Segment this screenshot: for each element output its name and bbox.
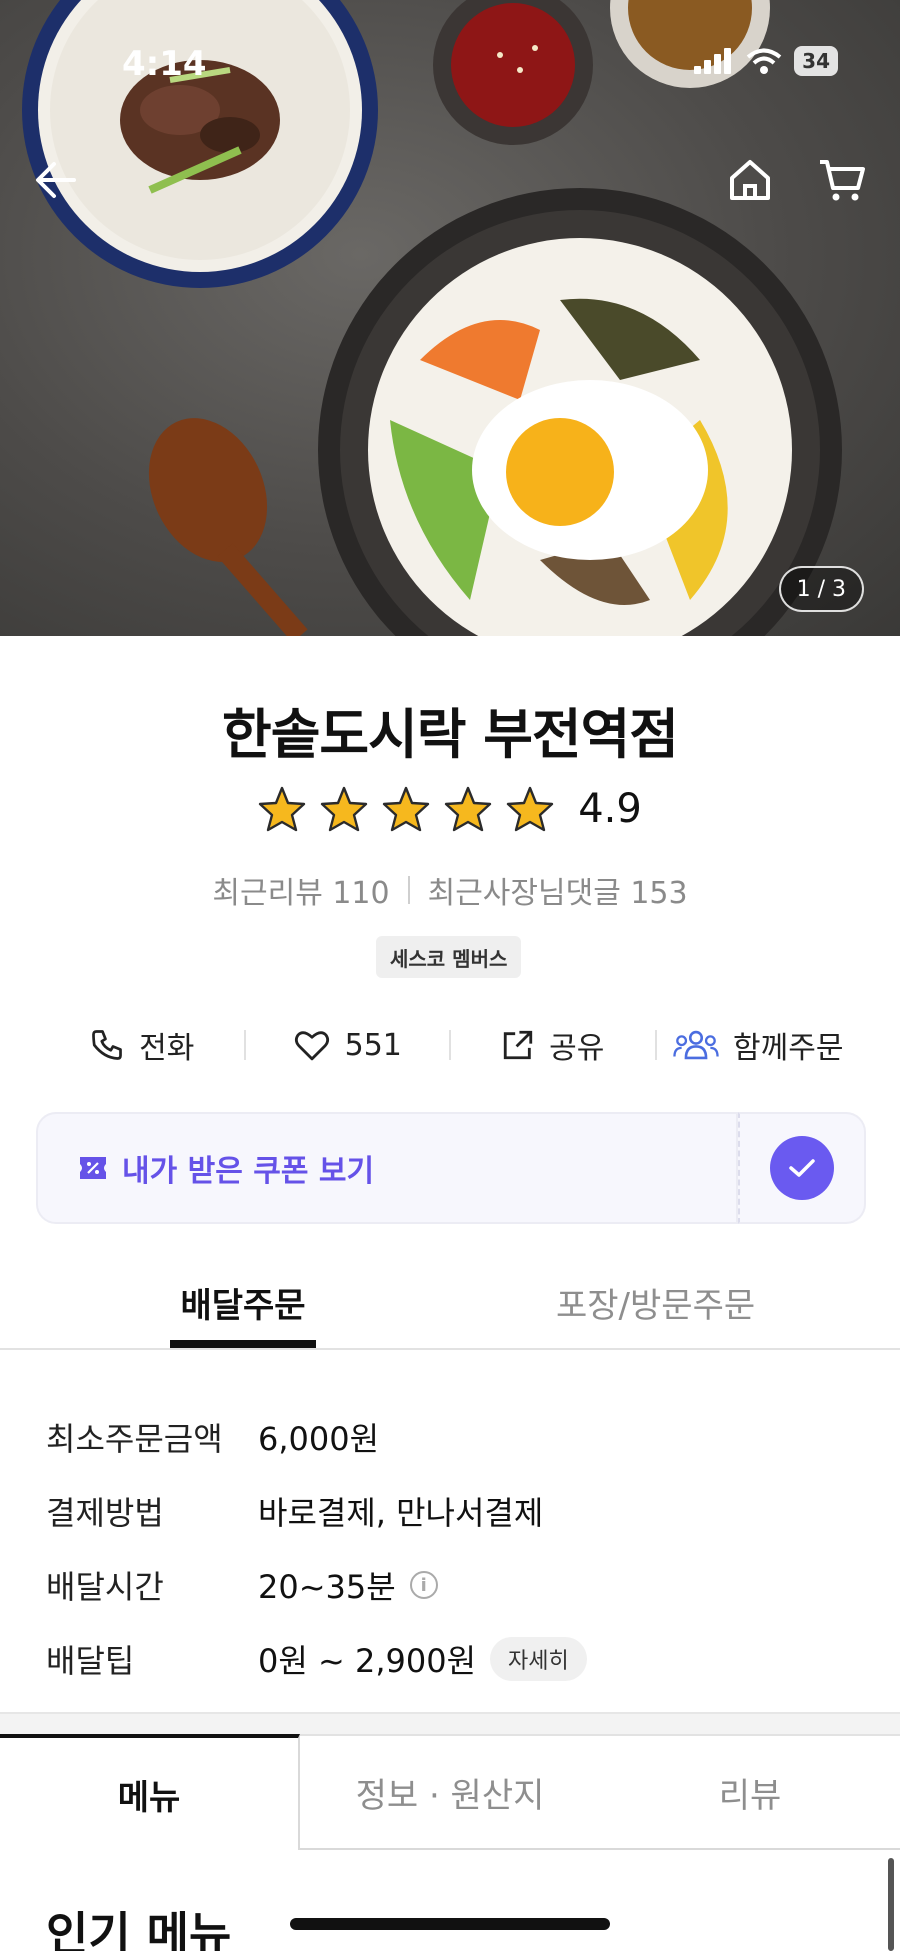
view-coupons-button[interactable]: 내가 받은 쿠폰 보기 bbox=[36, 1112, 738, 1224]
payment-value: 바로결제, 만나서결제 bbox=[258, 1494, 544, 1532]
review-counts: 최근리뷰 110 최근사장님댓글 153 bbox=[0, 868, 900, 912]
tab-info-origin[interactable]: 정보 · 원산지 bbox=[300, 1734, 600, 1850]
group-order-label: 함께주문 bbox=[733, 1031, 844, 1066]
info-row-delivery-tip: 배달팁 0원 ~ 2,900원 자세히 bbox=[46, 1622, 866, 1696]
star-icon bbox=[444, 786, 492, 832]
status-icons: 34 bbox=[694, 46, 838, 76]
wifi-icon bbox=[746, 48, 782, 74]
info-value: 6,000원 bbox=[258, 1414, 379, 1460]
info-label: 배달시간 bbox=[46, 1568, 164, 1606]
info-row-min-order: 최소주문금액 6,000원 bbox=[46, 1400, 866, 1474]
popular-menu-title: 인기 메뉴 bbox=[46, 1907, 232, 1951]
cart-button[interactable] bbox=[812, 150, 872, 210]
home-icon bbox=[730, 160, 770, 200]
like-count: 551 bbox=[344, 1027, 402, 1063]
recent-reviews-link[interactable]: 최근리뷰 110 bbox=[212, 868, 389, 912]
rating-stars bbox=[258, 786, 554, 832]
tab-delivery-order[interactable]: 배달주문 bbox=[170, 1278, 316, 1327]
back-button[interactable] bbox=[26, 150, 86, 210]
info-value: 20~35분 i bbox=[258, 1562, 438, 1608]
active-tab-underline bbox=[170, 1340, 316, 1348]
share-icon bbox=[503, 1030, 533, 1060]
group-order-button[interactable]: 함께주문 bbox=[657, 1023, 861, 1067]
store-name: 한솥도시락 부전역점 bbox=[222, 703, 679, 766]
call-label: 전화 bbox=[139, 1031, 195, 1066]
star-icon bbox=[382, 786, 430, 832]
call-button[interactable]: 전화 bbox=[40, 1023, 244, 1067]
info-label: 최소주문금액 bbox=[46, 1420, 223, 1458]
delivery-time-value: 20~35분 bbox=[258, 1568, 396, 1606]
delivery-info: 최소주문금액 6,000원 결제방법 바로결제, 만나서결제 배달시간 20~3… bbox=[46, 1400, 866, 1696]
image-page-indicator: 1 / 3 bbox=[778, 566, 864, 612]
share-button[interactable]: 공유 bbox=[451, 1023, 655, 1067]
info-value: 바로결제, 만나서결제 bbox=[258, 1488, 543, 1534]
tab-pickup-order[interactable]: 포장/방문주문 bbox=[556, 1278, 755, 1327]
info-label: 결제방법 bbox=[46, 1494, 164, 1532]
status-time: 4:14 bbox=[122, 44, 207, 84]
food-photo bbox=[22, 0, 842, 636]
action-bar: 전화 551 공유 함께주문 bbox=[40, 1010, 860, 1080]
check-icon bbox=[789, 1159, 815, 1177]
cart-icon bbox=[820, 160, 865, 201]
heart-icon bbox=[294, 1031, 329, 1061]
content-tabs: 메뉴 정보 · 원산지 리뷰 bbox=[0, 1734, 900, 1850]
home-indicator[interactable] bbox=[290, 1918, 610, 1930]
owner-replies-link[interactable]: 최근사장님댓글 153 bbox=[428, 868, 688, 912]
coupon-check-button[interactable] bbox=[770, 1136, 834, 1200]
tip-detail-button[interactable]: 자세히 bbox=[490, 1637, 587, 1681]
star-icon bbox=[506, 786, 554, 832]
scrollbar[interactable] bbox=[888, 1858, 894, 1951]
coupon-label: 내가 받은 쿠폰 보기 bbox=[122, 1154, 375, 1189]
star-icon bbox=[320, 786, 368, 832]
order-type-tabs: 배달주문 포장/방문주문 bbox=[0, 1270, 900, 1350]
star-icon bbox=[258, 786, 306, 832]
min-order-value: 6,000원 bbox=[258, 1420, 380, 1458]
coupon-banner: 내가 받은 쿠폰 보기 bbox=[36, 1112, 866, 1224]
like-button[interactable]: 551 bbox=[246, 1028, 450, 1063]
home-button[interactable] bbox=[720, 150, 780, 210]
tab-review[interactable]: 리뷰 bbox=[600, 1734, 900, 1850]
tab-menu[interactable]: 메뉴 bbox=[0, 1734, 300, 1850]
section-divider bbox=[0, 1712, 900, 1734]
share-label: 공유 bbox=[549, 1031, 605, 1066]
phone-icon bbox=[92, 1030, 122, 1060]
coupon-icon bbox=[80, 1157, 106, 1179]
hero-image[interactable]: 4:14 34 1 / 3 bbox=[0, 0, 900, 636]
delivery-tip-value: 0원 ~ 2,900원 bbox=[258, 1642, 477, 1680]
info-row-delivery-time: 배달시간 20~35분 i bbox=[46, 1548, 866, 1622]
signal-icon bbox=[694, 48, 732, 74]
info-value: 0원 ~ 2,900원 자세히 bbox=[258, 1636, 587, 1682]
rating-value: 4.9 bbox=[578, 786, 642, 832]
info-row-payment: 결제방법 바로결제, 만나서결제 bbox=[46, 1474, 866, 1548]
coupon-side bbox=[738, 1112, 866, 1224]
info-icon[interactable]: i bbox=[409, 1571, 438, 1599]
rating-row: 4.9 bbox=[0, 786, 900, 832]
battery-indicator: 34 bbox=[794, 46, 838, 76]
info-label: 배달팁 bbox=[46, 1642, 135, 1680]
cesco-badge: 세스코 멤버스 bbox=[376, 936, 522, 978]
arrow-left-icon bbox=[36, 162, 76, 198]
review-separator bbox=[407, 876, 410, 904]
group-people-icon bbox=[673, 1030, 719, 1060]
